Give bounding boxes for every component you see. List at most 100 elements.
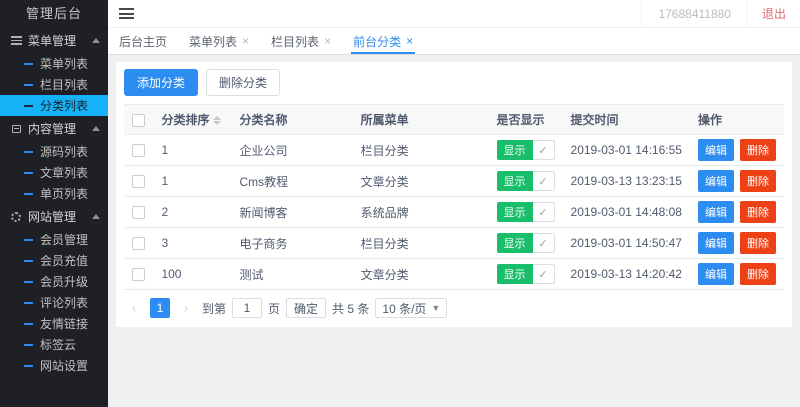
logout-link[interactable]: 退出 [746,0,800,27]
sidebar-item-column-list[interactable]: 栏目列表 [0,74,108,95]
sidebar-item-member-upgrade[interactable]: 会员升级 [0,271,108,292]
table-row: 1 企业公司 栏目分类 显示 ✓ 2019-03-01 14:16:55 编辑 删除 [124,134,784,166]
sidebar-item-label: 会员充值 [40,254,89,268]
sidebar-item-friend-links[interactable]: 友情链接 [0,313,108,334]
tab-frontend-category[interactable]: 前台分类 × [351,28,416,54]
sidebar-item-article-list[interactable]: 文章列表 [0,162,108,183]
show-toggle[interactable]: 显示 ✓ [496,264,555,284]
cell-name: 测试 [231,258,353,290]
dash-icon [24,280,33,283]
edit-button[interactable]: 编辑 [697,263,734,285]
sidebar-item-label: 会员升级 [40,275,89,289]
delete-category-button[interactable]: 删除分类 [206,69,281,96]
cell-menu: 系统品牌 [352,196,489,228]
dash-icon [24,83,33,86]
content-area: 添加分类 删除分类 分类排序 分类名称 所属菜单 是否显示 提交时间 操作 1 … [108,55,800,407]
table-row: 2 新闻博客 系统品牌 显示 ✓ 2019-03-01 14:48:08 编辑 删除 [124,196,784,228]
check-icon: ✓ [532,202,555,222]
edit-button[interactable]: 编辑 [697,139,734,161]
tab-bar: 后台主页 菜单列表 × 栏目列表 × 前台分类 × [108,28,800,55]
delete-button[interactable]: 删除 [739,170,776,192]
sidebar-group-content[interactable]: 内容管理 [0,116,108,141]
edit-button[interactable]: 编辑 [697,201,734,223]
sidebar-item-page-list[interactable]: 单页列表 [0,183,108,204]
cell-name: 新闻博客 [231,196,353,228]
header-show: 是否显示 [488,104,563,135]
next-page-button[interactable]: › [176,298,196,318]
sidebar-item-comment-list[interactable]: 评论列表 [0,292,108,313]
edit-button[interactable]: 编辑 [697,232,734,254]
pagination: ‹ 1 › 到第 页 确定 共 5 条 10 条/页 ▼ [124,298,784,318]
header-name: 分类名称 [231,104,353,135]
check-icon: ✓ [532,140,555,160]
dash-icon [24,150,33,153]
sidebar-item-tag-cloud[interactable]: 标签云 [0,334,108,355]
cell-sort: 2 [153,196,232,228]
show-toggle[interactable]: 显示 ✓ [496,140,555,160]
cell-sort: 3 [153,227,232,259]
add-category-button[interactable]: 添加分类 [124,69,199,96]
confirm-page-button[interactable]: 确定 [286,298,327,318]
page-button-1[interactable]: 1 [150,298,170,318]
toolbar: 添加分类 删除分类 [124,69,784,96]
cell-time: 2019-03-01 14:50:47 [562,227,690,259]
delete-button[interactable]: 删除 [739,201,776,223]
tab-column-list[interactable]: 栏目列表 × [271,28,331,54]
sidebar-item-source-list[interactable]: 源码列表 [0,141,108,162]
row-checkbox[interactable] [132,175,145,189]
sidebar-item-menu-list[interactable]: 菜单列表 [0,53,108,74]
close-icon[interactable]: × [406,35,413,47]
header-menu: 所属菜单 [352,104,489,135]
delete-button[interactable]: 删除 [739,139,776,161]
row-checkbox[interactable] [132,206,145,220]
row-checkbox[interactable] [132,144,145,158]
sidebar-group-site[interactable]: 网站管理 [0,204,108,229]
delete-button[interactable]: 删除 [739,232,776,254]
prev-page-button[interactable]: ‹ [124,298,144,318]
sidebar-item-member-recharge[interactable]: 会员充值 [0,250,108,271]
goto-label: 到第 [202,301,227,316]
check-icon: ✓ [532,264,555,284]
row-checkbox[interactable] [132,237,145,251]
row-checkbox[interactable] [132,268,145,282]
sidebar-item-category-list[interactable]: 分类列表 [0,95,108,116]
dash-icon [24,301,33,304]
sidebar-item-label: 菜单列表 [40,57,89,71]
dash-icon [24,192,33,195]
chevron-up-icon [92,214,100,219]
total-count-label: 共 5 条 [332,301,370,316]
edit-button[interactable]: 编辑 [697,170,734,192]
sidebar-item-member-manage[interactable]: 会员管理 [0,229,108,250]
dash-icon [24,238,33,241]
select-all-checkbox[interactable] [132,113,145,127]
close-icon[interactable]: × [242,35,249,47]
header-sort: 分类排序 [161,113,210,127]
app-root: 管理后台 菜单管理 菜单列表 栏目列表 分类列表 内容管理 源码列表 文章列表 … [0,0,800,407]
per-page-value: 10 条/页 [382,301,427,316]
chevron-up-icon [92,38,100,43]
tab-label: 菜单列表 [189,34,238,49]
show-toggle[interactable]: 显示 ✓ [496,202,555,222]
tab-menu-list[interactable]: 菜单列表 × [189,28,249,54]
sort-icon[interactable] [213,116,222,126]
sidebar-group-label: 菜单管理 [28,34,77,48]
cell-time: 2019-03-13 13:23:15 [562,165,690,197]
user-account[interactable]: 17688411880 [641,0,747,27]
gear-icon [10,211,22,223]
top-right: 17688411880 退出 [641,0,800,27]
hamburger-icon[interactable] [119,8,134,19]
table-header-row: 分类排序 分类名称 所属菜单 是否显示 提交时间 操作 [124,104,784,135]
per-page-select[interactable]: 10 条/页 ▼ [375,298,448,318]
show-toggle[interactable]: 显示 ✓ [496,233,555,253]
close-icon[interactable]: × [324,35,331,47]
goto-page-input[interactable] [232,298,263,318]
sidebar-group-menu[interactable]: 菜单管理 [0,28,108,53]
show-toggle[interactable]: 显示 ✓ [496,171,555,191]
category-panel: 添加分类 删除分类 分类排序 分类名称 所属菜单 是否显示 提交时间 操作 1 … [116,62,792,327]
cell-time: 2019-03-01 14:48:08 [562,196,690,228]
sidebar-item-label: 分类列表 [40,99,89,113]
delete-button[interactable]: 删除 [739,263,776,285]
chevron-down-icon: ▼ [431,303,441,313]
sidebar-item-site-settings[interactable]: 网站设置 [0,355,108,376]
tab-home[interactable]: 后台主页 [119,28,167,54]
